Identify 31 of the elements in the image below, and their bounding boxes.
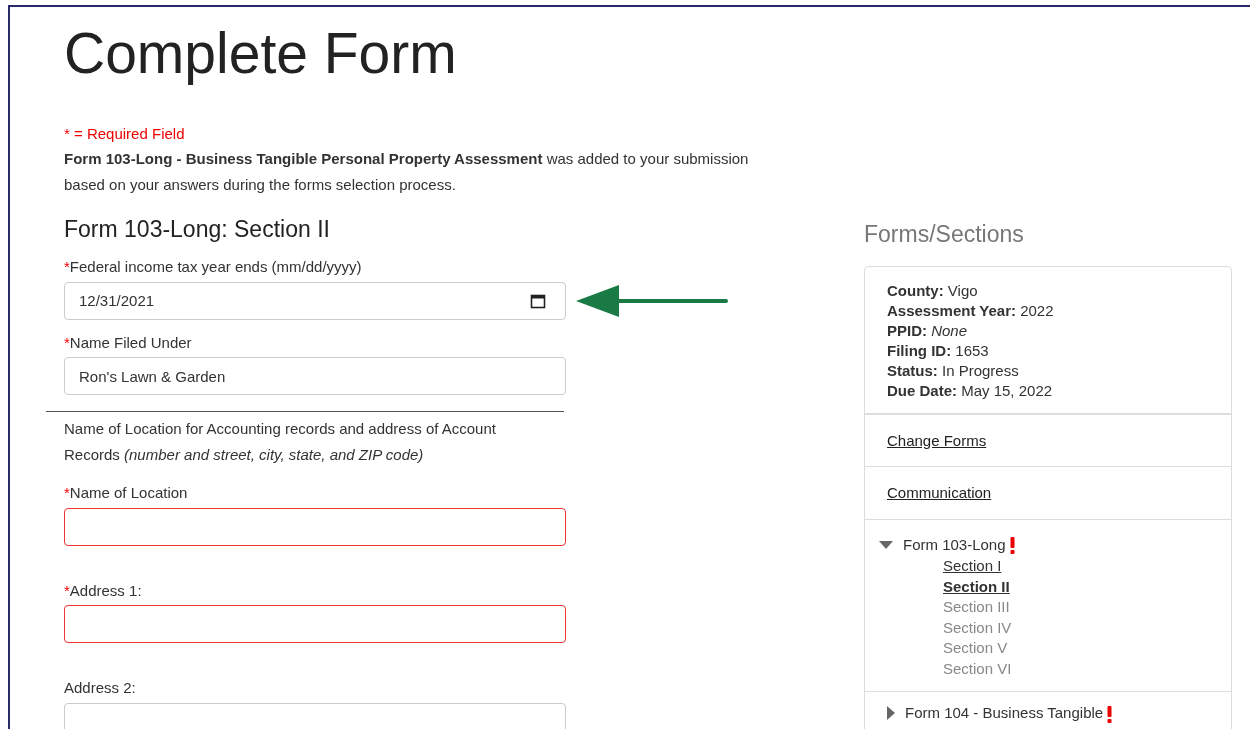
text-field[interactable]: [64, 605, 566, 644]
form-label[interactable]: Form 103-Long: [903, 533, 1006, 556]
text-field[interactable]: [64, 702, 566, 729]
field-label: *Address 1:: [64, 580, 143, 601]
form-label[interactable]: Form 104 - Business Tangible: [905, 702, 1104, 725]
info-line: Status: In Progress: [887, 360, 1020, 381]
location-note: Name of Location for Accounting records and address of Account Records (number and street, city, state, and ZIP code): [64, 419, 497, 466]
sidebar-heading: Forms/Sections: [864, 220, 1025, 249]
caret-icon[interactable]: [887, 706, 895, 721]
field-label: *Name Filed Under: [64, 332, 193, 353]
intro-text: Form 103-Long - Business Tangible Personal Property Assessment was added to your submission based on your answers during the forms selection process.: [64, 148, 750, 195]
info-line: Due Date: May 15, 2022: [887, 380, 1054, 401]
info-line: County: Vigo: [887, 280, 979, 301]
page-title: Complete Form: [64, 20, 458, 87]
required-note: * = Required Field: [64, 124, 186, 145]
sidebar-link[interactable]: Change Forms: [887, 431, 987, 449]
section-link[interactable]: Section II: [943, 576, 1010, 597]
section-heading: Form 103-Long: Section II: [64, 214, 331, 244]
info-line: Filing ID: 1653: [887, 340, 990, 361]
text-field[interactable]: Ron's Lawn & Garden: [64, 357, 566, 396]
field-label: Address 2:: [64, 678, 137, 699]
info-line: Assessment Year: 2022: [887, 300, 1055, 321]
field-label: *Federal income tax year ends (mm/dd/yyyy): [64, 257, 363, 278]
info-line: PPID: None: [887, 320, 969, 341]
date-field[interactable]: 12/31/2021: [64, 281, 566, 320]
calendar-icon[interactable]: [530, 292, 546, 309]
field-label: *Name of Location: [64, 483, 189, 504]
caret-icon[interactable]: [879, 540, 893, 549]
section-link[interactable]: Section I: [943, 556, 1002, 577]
sidebar-link[interactable]: Communication: [887, 484, 992, 501]
text-field[interactable]: [64, 507, 566, 546]
